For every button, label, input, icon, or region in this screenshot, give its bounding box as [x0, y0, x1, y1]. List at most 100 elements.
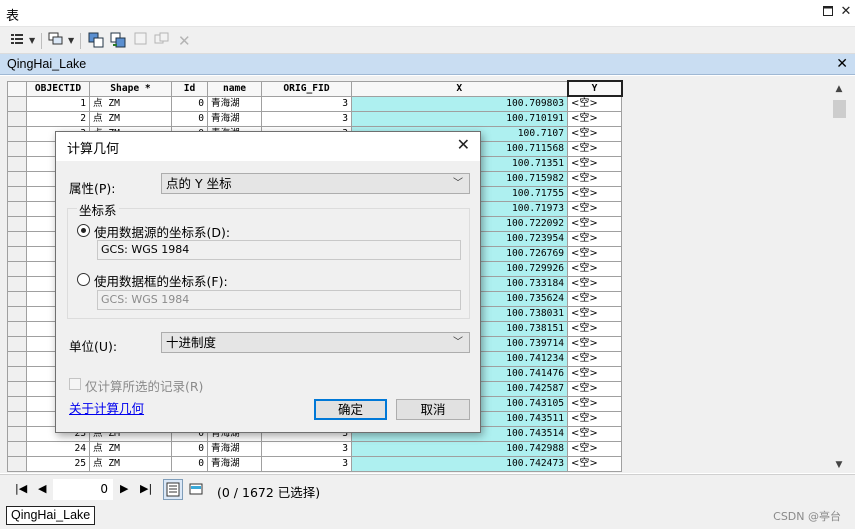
y-cell[interactable]: <空> — [567, 365, 622, 382]
row-selector-cell[interactable] — [7, 260, 27, 277]
related-tables-icon[interactable] — [48, 32, 64, 50]
previous-record-icon[interactable]: ◀ — [38, 482, 46, 496]
y-cell[interactable]: <空> — [567, 380, 622, 397]
use-frame-cs-label[interactable]: 使用数据框的坐标系(F): — [94, 271, 228, 290]
scroll-up-icon[interactable]: ▲ — [832, 82, 846, 96]
y-cell[interactable]: <空> — [567, 125, 622, 142]
y-cell[interactable]: <空> — [567, 230, 622, 247]
y-cell[interactable]: <空> — [567, 95, 622, 112]
vertical-scrollbar[interactable]: ▲ ▼ — [829, 80, 849, 472]
dialog-close-icon[interactable]: ✕ — [457, 135, 470, 154]
row-selector-cell[interactable] — [7, 440, 27, 457]
row-selector-cell[interactable] — [7, 275, 27, 292]
row-selector-cell[interactable] — [7, 245, 27, 262]
row-selector-cell[interactable] — [7, 290, 27, 307]
use-frame-cs-radio[interactable] — [77, 273, 90, 286]
table-row[interactable]: 25 点 ZM 0 青海湖 3 100.742473 <空> — [7, 455, 622, 472]
x-cell[interactable]: 100.742988 — [351, 440, 568, 457]
name-cell[interactable]: 青海湖 — [207, 440, 262, 457]
y-cell[interactable]: <空> — [567, 155, 622, 172]
close-tab-icon[interactable]: ✕ — [836, 56, 848, 72]
property-select[interactable]: 点的 Y 坐标 ﹀ — [161, 173, 470, 194]
table-options-icon[interactable] — [10, 32, 24, 50]
row-selector-cell[interactable] — [7, 110, 27, 127]
name-cell[interactable]: 青海湖 — [207, 110, 262, 127]
row-selector-cell[interactable] — [7, 365, 27, 382]
use-source-cs-radio[interactable] — [77, 224, 90, 237]
name-cell[interactable]: 青海湖 — [207, 455, 262, 472]
column-header-objectid[interactable]: OBJECTID — [26, 80, 90, 97]
ok-button[interactable]: 确定 — [314, 399, 387, 420]
show-selected-records-button[interactable] — [186, 479, 206, 500]
row-selector-cell[interactable] — [7, 395, 27, 412]
first-record-icon[interactable]: |◀ — [15, 482, 27, 496]
table-row[interactable]: 2点 ZM 0 青海湖 3 100.710191 <空> — [7, 110, 622, 127]
row-selector-cell[interactable] — [7, 200, 27, 217]
scroll-down-icon[interactable]: ▼ — [832, 458, 846, 472]
switch-selection-icon[interactable] — [110, 32, 126, 50]
y-cell[interactable]: <空> — [567, 290, 622, 307]
y-cell[interactable]: <空> — [567, 335, 622, 352]
y-cell[interactable]: <空> — [567, 395, 622, 412]
id-cell[interactable]: 0 — [171, 455, 208, 472]
select-by-attributes-icon[interactable] — [88, 32, 104, 50]
use-source-cs-label[interactable]: 使用数据源的坐标系(D): — [94, 222, 230, 241]
orig-fid-cell[interactable]: 3 — [261, 455, 352, 472]
objectid-cell[interactable]: 25 — [26, 455, 90, 472]
show-all-records-button[interactable] — [163, 479, 183, 500]
y-cell[interactable]: <空> — [567, 410, 622, 427]
orig-fid-cell[interactable]: 3 — [261, 95, 352, 112]
related-tables-dropdown-icon[interactable]: ▼ — [68, 32, 74, 50]
y-cell[interactable]: <空> — [567, 425, 622, 442]
shape-cell[interactable]: 点 ZM — [89, 440, 172, 457]
y-cell[interactable]: <空> — [567, 245, 622, 262]
column-header-id[interactable]: Id — [171, 80, 208, 97]
row-selector-cell[interactable] — [7, 350, 27, 367]
column-header-name[interactable]: name — [207, 80, 262, 97]
y-cell[interactable]: <空> — [567, 320, 622, 337]
row-selector-cell[interactable] — [7, 410, 27, 427]
y-cell[interactable]: <空> — [567, 110, 622, 127]
row-selector-cell[interactable] — [7, 230, 27, 247]
about-calculate-geometry-link[interactable]: 关于计算几何 — [69, 398, 144, 417]
x-cell[interactable]: 100.709803 — [351, 95, 568, 112]
restore-window-icon[interactable] — [821, 5, 835, 19]
orig-fid-cell[interactable]: 3 — [261, 110, 352, 127]
row-selector-cell[interactable] — [7, 305, 27, 322]
column-header-y[interactable]: Y — [566, 80, 623, 97]
table-options-dropdown-icon[interactable]: ▼ — [29, 32, 35, 50]
row-selector-cell[interactable] — [7, 215, 27, 232]
row-selector-cell[interactable] — [7, 155, 27, 172]
x-cell[interactable]: 100.742473 — [351, 455, 568, 472]
current-record-input[interactable]: 0 — [53, 479, 113, 500]
row-selector-cell[interactable] — [7, 335, 27, 352]
dialog-titlebar[interactable]: 计算几何 ✕ — [56, 132, 480, 161]
y-cell[interactable]: <空> — [567, 305, 622, 322]
table-row[interactable]: 1点 ZM 0 青海湖 3 100.709803 <空> — [7, 95, 622, 112]
y-cell[interactable]: <空> — [567, 170, 622, 187]
row-selector-cell[interactable] — [7, 455, 27, 472]
row-selector-header[interactable] — [7, 80, 27, 97]
y-cell[interactable]: <空> — [567, 140, 622, 157]
close-window-icon[interactable]: ✕ — [839, 5, 853, 19]
y-cell[interactable]: <空> — [567, 200, 622, 217]
column-header-orig-fid[interactable]: ORIG_FID — [261, 80, 352, 97]
delete-selected-icon[interactable]: ✕ — [178, 32, 191, 50]
id-cell[interactable]: 0 — [171, 440, 208, 457]
id-cell[interactable]: 0 — [171, 110, 208, 127]
units-select[interactable]: 十进制度 ﹀ — [161, 332, 470, 353]
zoom-to-selected-icon[interactable] — [154, 32, 170, 50]
bottom-table-tab[interactable]: QingHai_Lake — [6, 506, 96, 525]
table-row[interactable]: 24 点 ZM 0 青海湖 3 100.742988 <空> — [7, 440, 622, 457]
selected-only-checkbox[interactable] — [69, 378, 81, 390]
y-cell[interactable]: <空> — [567, 260, 622, 277]
column-header-x[interactable]: X — [351, 80, 568, 97]
row-selector-cell[interactable] — [7, 425, 27, 442]
row-selector-cell[interactable] — [7, 95, 27, 112]
column-header-shape[interactable]: Shape * — [89, 80, 172, 97]
row-selector-cell[interactable] — [7, 140, 27, 157]
row-selector-cell[interactable] — [7, 380, 27, 397]
row-selector-cell[interactable] — [7, 125, 27, 142]
y-cell[interactable]: <空> — [567, 275, 622, 292]
y-cell[interactable]: <空> — [567, 455, 622, 472]
